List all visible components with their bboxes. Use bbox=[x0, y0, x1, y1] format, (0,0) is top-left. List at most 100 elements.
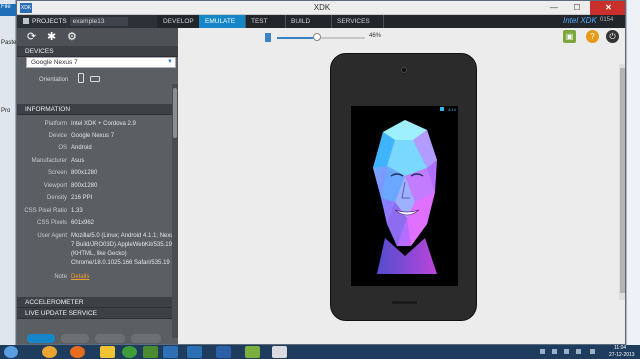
tab-projects[interactable]: PROJECTS example13 bbox=[17, 15, 157, 28]
accelerometer-section-header[interactable]: ACCELEROMETER bbox=[17, 297, 178, 308]
app-icon[interactable] bbox=[143, 346, 158, 358]
chrome-icon[interactable] bbox=[42, 346, 57, 358]
cube-icon[interactable]: ▣ bbox=[563, 30, 576, 43]
info-key: Screen bbox=[47, 170, 67, 176]
app-icon[interactable] bbox=[163, 346, 178, 358]
zoom-slider-fill bbox=[277, 37, 318, 39]
zoom-slider-handle[interactable] bbox=[313, 33, 322, 41]
device-speaker bbox=[392, 301, 417, 304]
title-bar[interactable]: XDK XDK — ☐ ✕ bbox=[17, 1, 625, 15]
debug-icon[interactable]: ✱ bbox=[47, 31, 56, 43]
background-app-pro-label: Pro bbox=[1, 108, 11, 114]
settings-gear-icon[interactable]: ⚙ bbox=[67, 31, 77, 43]
info-key: CSS Pixel Ratio bbox=[24, 208, 67, 214]
zoom-bar: 46% ▣ ? ⏻ bbox=[178, 28, 625, 46]
info-value: 1.33 bbox=[71, 208, 83, 214]
sidebar-scrollbar-thumb[interactable] bbox=[173, 88, 177, 138]
background-app-file-tab[interactable]: File bbox=[0, 4, 16, 16]
device-status-time: 8:14 bbox=[448, 107, 456, 112]
xdk-taskbar-icon[interactable] bbox=[187, 346, 202, 358]
nexus-7-device-frame: 8:14 bbox=[330, 53, 477, 321]
emulator-scrollbar-thumb[interactable] bbox=[620, 68, 625, 293]
info-value: Intel XDK + Cordova 2.9 bbox=[71, 121, 136, 127]
file-explorer-icon[interactable] bbox=[100, 346, 115, 358]
wifi-icon bbox=[440, 107, 444, 111]
device-select[interactable]: Google Nexus 7 ▼ bbox=[26, 57, 176, 68]
live-update-subtab[interactable] bbox=[61, 334, 89, 343]
build-number: 0154 bbox=[600, 17, 614, 23]
info-key: User Agent bbox=[37, 233, 67, 239]
clock-time[interactable]: 11:04 bbox=[614, 345, 626, 351]
info-key: Note bbox=[54, 274, 67, 280]
device-screen[interactable]: 8:14 bbox=[351, 106, 458, 286]
emulator-sidebar: ⟳ ✱ ⚙ DEVICES Google Nexus 7 ▼ Orientati… bbox=[17, 28, 178, 344]
info-value: 601x962 bbox=[71, 220, 95, 226]
projects-label: PROJECTS bbox=[32, 18, 67, 25]
tray-icon[interactable] bbox=[540, 349, 545, 354]
landscape-orientation-icon[interactable] bbox=[90, 76, 100, 82]
live-update-section-header[interactable]: LIVE UPDATE SERVICE bbox=[17, 308, 178, 319]
app-icon[interactable] bbox=[245, 346, 260, 358]
background-app-right bbox=[626, 0, 640, 345]
tab-services[interactable]: SERVICES bbox=[331, 15, 383, 28]
info-value: Google Nexus 7 bbox=[71, 133, 115, 139]
background-app-left: File Paste Pro bbox=[0, 0, 16, 345]
app-icon[interactable] bbox=[272, 346, 287, 358]
background-app-paste-label: Paste bbox=[1, 40, 17, 46]
utorrent-icon[interactable] bbox=[122, 346, 137, 358]
zoom-value: 46% bbox=[369, 33, 382, 39]
xdk-window: XDK XDK — ☐ ✕ PROJECTS example13 DEVELOP … bbox=[16, 0, 626, 345]
sidebar-toolbar: ⟳ ✱ ⚙ bbox=[17, 28, 178, 46]
info-key: Manufacturer bbox=[31, 158, 67, 164]
orientation-label: Orientation bbox=[39, 77, 69, 83]
info-value: Mozilla/5.0 (Linux; Android 4.1.1; Nexus… bbox=[71, 233, 177, 266]
keyboard-icon[interactable] bbox=[590, 349, 595, 354]
intel-xdk-logo: Intel XDK bbox=[563, 16, 597, 25]
help-icon[interactable]: ? bbox=[586, 30, 599, 43]
tab-emulate[interactable]: EMULATE bbox=[199, 15, 245, 28]
window-title: XDK bbox=[313, 3, 331, 12]
info-value: 800x1280 bbox=[71, 170, 98, 176]
firefox-icon[interactable] bbox=[70, 346, 85, 358]
info-key: CSS Pixels bbox=[36, 220, 67, 226]
info-key: Device bbox=[48, 133, 67, 139]
info-value: Android bbox=[71, 145, 92, 151]
tab-develop[interactable]: DEVELOP bbox=[157, 15, 199, 28]
camera-icon bbox=[401, 67, 407, 73]
devices-section-header[interactable]: DEVICES bbox=[17, 46, 178, 57]
close-button[interactable]: ✕ bbox=[590, 1, 625, 15]
info-key: OS bbox=[58, 145, 67, 151]
device-select-value: Google Nexus 7 bbox=[31, 59, 78, 66]
information-section-header[interactable]: INFORMATION bbox=[17, 104, 178, 115]
network-icon[interactable] bbox=[564, 349, 569, 354]
emulator-scrollbar[interactable] bbox=[619, 64, 625, 300]
word-icon[interactable] bbox=[216, 346, 231, 358]
tab-build[interactable]: BUILD bbox=[285, 15, 331, 28]
taskbar: 11:04 27-12-2013 bbox=[0, 345, 640, 359]
low-poly-head-render bbox=[373, 120, 437, 274]
info-key: Density bbox=[46, 195, 67, 201]
volume-icon[interactable] bbox=[576, 349, 581, 354]
maximize-button[interactable]: ☐ bbox=[567, 1, 587, 15]
power-icon[interactable]: ⏻ bbox=[606, 30, 619, 43]
live-update-subtab[interactable] bbox=[131, 334, 161, 343]
portrait-orientation-icon[interactable] bbox=[78, 73, 84, 83]
tray-icon[interactable] bbox=[552, 349, 557, 354]
clock-date[interactable]: 27-12-2013 bbox=[609, 352, 635, 358]
current-project-name[interactable]: example13 bbox=[69, 17, 128, 26]
zoom-lock-icon[interactable] bbox=[265, 33, 271, 42]
nav-divider bbox=[383, 15, 384, 28]
live-update-subtabs bbox=[17, 332, 178, 344]
info-key: Viewport bbox=[43, 183, 67, 189]
chevron-down-icon: ▼ bbox=[167, 59, 173, 65]
refresh-icon[interactable]: ⟳ bbox=[27, 31, 36, 43]
live-update-subtab[interactable] bbox=[27, 334, 55, 343]
desktop: File Paste Pro XDK XDK — ☐ ✕ PROJECTS exa… bbox=[0, 0, 640, 359]
start-button[interactable] bbox=[4, 346, 18, 358]
info-value: 800x1280 bbox=[71, 183, 98, 189]
minimize-button[interactable]: — bbox=[544, 1, 564, 15]
tab-test[interactable]: TEST bbox=[245, 15, 285, 28]
details-link[interactable]: Details bbox=[71, 273, 177, 282]
live-update-subtab[interactable] bbox=[95, 334, 125, 343]
device-status-bar: 8:14 bbox=[351, 106, 458, 113]
